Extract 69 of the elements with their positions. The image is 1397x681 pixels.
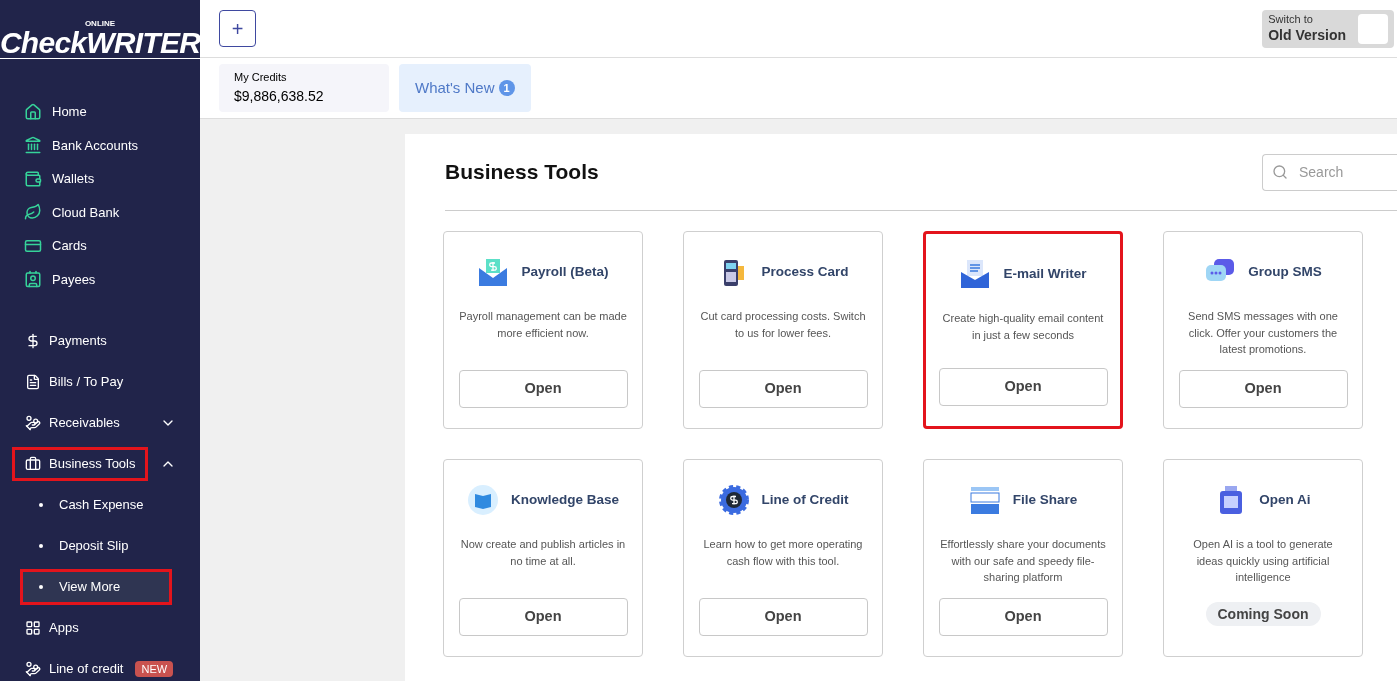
sidebar-item[interactable]: Bills / To Pay: [12, 364, 137, 399]
count-badge: 1: [498, 80, 515, 96]
tool-name: Payroll (Beta): [521, 262, 609, 281]
tool-description: Cut card processing costs. Switch to us for lower fees.: [699, 309, 867, 341]
envelope-icon: [477, 256, 510, 288]
tool-name: Process Card: [761, 262, 849, 281]
sidebar-item[interactable]: Line of credit NEW: [12, 651, 187, 681]
sidebar-item[interactable]: Bank Accounts: [24, 128, 176, 162]
open-button[interactable]: Open: [458, 598, 628, 636]
dollar-icon: [25, 332, 41, 349]
leaf-icon: [24, 203, 42, 222]
tool-description: Send SMS messages with one click. Offer your customers the latest promotions.: [1187, 309, 1339, 357]
book-icon: [467, 484, 499, 516]
tool-name: Open Ai: [1259, 490, 1311, 509]
tool-name: File Share: [1012, 490, 1078, 509]
sidebar-item[interactable]: Payments: [12, 323, 120, 358]
hand-coins-icon: [25, 414, 41, 431]
tool-name: Knowledge Base: [511, 490, 619, 509]
sidebar-item[interactable]: Cloud Bank: [24, 195, 176, 229]
tool-description: Now create and publish articles in no time at all.: [459, 537, 627, 569]
whats-new-button[interactable]: What's New 1: [399, 64, 531, 112]
sidebar-subitem[interactable]: View More: [20, 568, 172, 605]
open-button[interactable]: Open: [938, 598, 1108, 636]
open-button[interactable]: Open: [1178, 370, 1348, 408]
search-icon: [1272, 163, 1288, 180]
grid-icon: [25, 619, 41, 636]
contact-icon: [24, 270, 42, 289]
credits-amount: $9,886,638.52: [234, 86, 325, 106]
sidebar-item[interactable]: Home: [24, 95, 176, 129]
tool-description: Learn how to get more operating cash flow with this tool.: [702, 537, 864, 569]
open-button[interactable]: Open: [698, 370, 868, 408]
wallet-icon: [24, 169, 42, 188]
sidebar-item[interactable]: Cards: [24, 229, 176, 263]
sidebar-item[interactable]: Business Tools: [12, 446, 149, 481]
sidebar-subitem[interactable]: Deposit Slip: [20, 527, 172, 564]
search-field[interactable]: Search: [1262, 153, 1397, 191]
document-icon: [25, 373, 41, 390]
open-button[interactable]: Open: [938, 368, 1108, 406]
tool-name: E-mail Writer: [1003, 264, 1087, 283]
tool-name: Group SMS: [1248, 262, 1322, 281]
tool-description: Effortlessly share your documents with our safe and speedy file-sharing platform: [939, 537, 1107, 585]
bank-icon: [24, 136, 42, 155]
switch-version-toggle[interactable]: Switch to Old Version: [1262, 9, 1394, 48]
new-badge: NEW: [135, 660, 174, 677]
bullet-icon: [39, 502, 43, 507]
tool-name: Line of Credit: [761, 490, 849, 509]
bullet-icon: [39, 543, 43, 548]
tool-description: Open AI is a tool to generate ideas quickly using artificial intelligence: [1192, 537, 1334, 585]
toggle-knob: [1358, 13, 1388, 44]
credits-label: My Credits: [234, 70, 288, 86]
sidebar-item[interactable]: Receivables: [12, 405, 133, 440]
sidebar-item[interactable]: Payees: [24, 262, 176, 296]
bullet-icon: [39, 584, 43, 589]
sidebar-subitem[interactable]: Cash Expense: [20, 486, 172, 523]
sidebar-item[interactable]: Apps: [12, 610, 92, 645]
open-button[interactable]: Open: [458, 370, 628, 408]
exchange-icon: [968, 484, 1001, 516]
add-button[interactable]: +: [219, 10, 256, 47]
tool-description: Create high-quality email content in just a few seconds: [941, 311, 1105, 343]
briefcase-icon: [25, 455, 41, 472]
logo-small-text: ONLINE: [84, 20, 116, 28]
tool-description: Payroll management can be made more efficient now.: [459, 309, 627, 341]
panel-title: Business Tools: [445, 159, 599, 186]
open-button[interactable]: Open: [698, 598, 868, 636]
envelope-icon: [959, 258, 992, 290]
gear-dollar-icon: [717, 484, 750, 516]
home-icon: [24, 102, 42, 121]
sidebar-item[interactable]: Wallets: [24, 162, 176, 196]
coming-soon-badge: Coming Soon: [1205, 602, 1321, 626]
